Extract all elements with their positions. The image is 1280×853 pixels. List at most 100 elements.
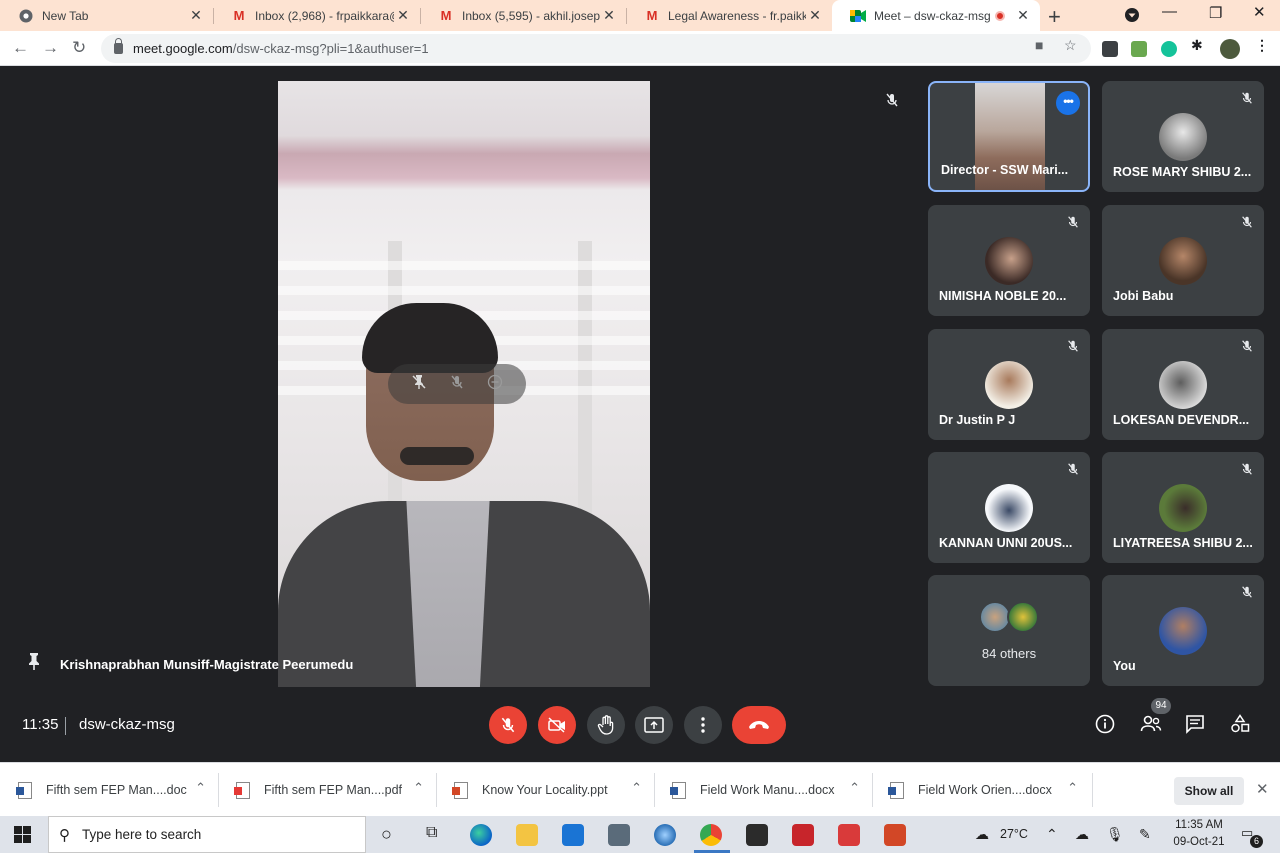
bookmark-star-icon[interactable]: ☆: [1064, 37, 1077, 54]
tab-gmail-inbox-2[interactable]: M Inbox (5,595) - akhil.joseph@ ✕: [420, 0, 626, 31]
participant-name: Director - SSW Mari...: [941, 163, 1069, 177]
address-bar[interactable]: meet.google.com/dsw-ckaz-msg?pli=1&authu…: [101, 34, 1091, 63]
microphone-button[interactable]: [489, 706, 527, 744]
chevron-up-icon[interactable]: ⌃: [631, 780, 642, 796]
app-icon[interactable]: [838, 824, 860, 846]
participant-tile[interactable]: KANNAN UNNI 20US...: [928, 452, 1090, 563]
powerpoint-icon[interactable]: [884, 824, 906, 846]
reload-icon[interactable]: ↻: [72, 38, 86, 58]
unpin-icon[interactable]: [411, 374, 427, 394]
close-tab-icon[interactable]: ✕: [600, 7, 618, 24]
participant-tile[interactable]: LIYATREESA SHIBU 2...: [1102, 452, 1264, 563]
divider: [1092, 773, 1093, 807]
chevron-up-icon[interactable]: ⌃: [849, 780, 860, 796]
cortana-icon[interactable]: ○: [381, 824, 392, 845]
close-tab-icon[interactable]: ✕: [1014, 7, 1032, 24]
leave-call-button[interactable]: [732, 706, 786, 744]
avatar: [1159, 607, 1207, 655]
windows-start-icon[interactable]: [14, 826, 31, 843]
meeting-info-icon[interactable]: [1095, 714, 1115, 739]
puzzle-icon[interactable]: ✱: [1191, 37, 1203, 54]
muted-mic-icon: [884, 92, 900, 113]
minimize-icon[interactable]: —: [1162, 3, 1177, 20]
chevron-up-icon[interactable]: ⌃: [1046, 826, 1058, 843]
close-tab-icon[interactable]: ✕: [187, 7, 205, 24]
participant-tile[interactable]: Jobi Babu: [1102, 205, 1264, 316]
microphone-icon[interactable]: 🎙︎: [1106, 826, 1124, 843]
download-item[interactable]: Field Work Orien....docx ⌃: [872, 763, 1090, 817]
download-item[interactable]: Know Your Locality.ppt ⌃: [436, 763, 654, 817]
pin-icon[interactable]: [26, 652, 42, 675]
pen-icon[interactable]: ✎: [1139, 826, 1151, 843]
maximize-icon[interactable]: ❐: [1209, 4, 1222, 22]
back-icon[interactable]: ←: [12, 38, 29, 58]
muted-mic-icon: [1066, 215, 1080, 234]
kebab-menu-icon[interactable]: ⋮: [1255, 37, 1269, 54]
recording-icon: [992, 8, 1008, 24]
browser-globe-icon[interactable]: [654, 824, 676, 846]
more-options-button[interactable]: •••: [1056, 91, 1080, 115]
system-clock-date[interactable]: 09-Oct-21: [1170, 836, 1228, 848]
raise-hand-button[interactable]: [587, 706, 625, 744]
chat-icon[interactable]: [1185, 714, 1205, 739]
chevron-up-icon[interactable]: ⌃: [195, 780, 206, 796]
tab-title: Legal Awareness - fr.paikkara: [668, 8, 806, 23]
system-clock-time[interactable]: 11:35 AM: [1170, 819, 1228, 831]
extension-icon[interactable]: [1131, 41, 1147, 57]
close-tab-icon[interactable]: ✕: [806, 7, 824, 24]
weather-icon[interactable]: ☁: [975, 826, 989, 843]
download-item[interactable]: Fifth sem FEP Man....doc ⌃: [0, 763, 218, 817]
camera-icon[interactable]: ■: [1035, 37, 1043, 53]
more-options-button[interactable]: [684, 706, 722, 744]
onedrive-icon[interactable]: ☁: [1075, 826, 1089, 843]
tab-meet[interactable]: Meet – dsw-ckaz-msg ✕: [832, 0, 1040, 31]
mute-participant-icon[interactable]: [449, 374, 465, 394]
task-view-icon[interactable]: ⧉: [426, 824, 437, 842]
avatar: [985, 361, 1033, 409]
gmail-icon: M: [233, 8, 245, 23]
chevron-up-icon[interactable]: ⌃: [1067, 780, 1078, 796]
participant-tile[interactable]: Dr Justin P J: [928, 329, 1090, 440]
weather-temperature[interactable]: 27°C: [1000, 827, 1028, 841]
ppt-icon: [452, 781, 468, 799]
chevron-up-icon[interactable]: ⌃: [413, 780, 424, 796]
self-tile[interactable]: You: [1102, 575, 1264, 686]
edge-icon[interactable]: [470, 824, 492, 846]
participant-tile[interactable]: ••• Director - SSW Mari...: [928, 81, 1090, 192]
present-screen-button[interactable]: [635, 706, 673, 744]
store-icon[interactable]: [746, 824, 768, 846]
meeting-clock: 11:35: [22, 716, 59, 733]
app-icon[interactable]: [792, 824, 814, 846]
participant-tile[interactable]: NIMISHA NOBLE 20...: [928, 205, 1090, 316]
close-icon[interactable]: ✕: [1256, 780, 1269, 798]
close-window-icon[interactable]: ✕: [1253, 3, 1266, 21]
download-item[interactable]: Fifth sem FEP Man....pdf ⌃: [218, 763, 436, 817]
chrome-icon[interactable]: [700, 824, 722, 846]
people-icon[interactable]: [1140, 714, 1162, 739]
camera-button[interactable]: [538, 706, 576, 744]
download-item[interactable]: Field Work Manu....docx ⌃: [654, 763, 872, 817]
profile-avatar[interactable]: [1220, 39, 1240, 59]
muted-mic-icon: [1240, 91, 1254, 110]
tab-gmail-inbox-1[interactable]: M Inbox (2,968) - frpaikkara@gmail.com ✕: [213, 0, 420, 31]
activities-icon[interactable]: [1230, 714, 1250, 739]
participant-tile[interactable]: ROSE MARY SHIBU 2...: [1102, 81, 1264, 192]
new-tab-button[interactable]: +: [1048, 4, 1061, 30]
others-tile[interactable]: 84 others: [928, 575, 1090, 686]
download-shelf: Fifth sem FEP Man....doc ⌃ Fifth sem FEP…: [0, 762, 1280, 816]
participant-tile[interactable]: LOKESAN DEVENDR...: [1102, 329, 1264, 440]
file-explorer-icon[interactable]: [516, 824, 538, 846]
taskbar-search[interactable]: ⚲ Type here to search: [48, 816, 366, 853]
close-tab-icon[interactable]: ✕: [394, 7, 412, 24]
show-all-button[interactable]: Show all: [1174, 777, 1244, 805]
tab-new-tab[interactable]: New Tab ✕: [0, 0, 213, 31]
mail-icon[interactable]: [562, 824, 584, 846]
calculator-icon[interactable]: [608, 824, 630, 846]
extension-icon[interactable]: [1102, 41, 1118, 57]
grammarly-icon[interactable]: [1161, 41, 1177, 57]
remove-participant-icon[interactable]: [487, 374, 503, 394]
tab-title: Inbox (5,595) - akhil.joseph@: [462, 8, 600, 23]
profile-dropdown-icon[interactable]: [1124, 7, 1140, 27]
forward-icon[interactable]: →: [42, 38, 59, 58]
tab-legal-awareness[interactable]: M Legal Awareness - fr.paikkara ✕: [626, 0, 832, 31]
